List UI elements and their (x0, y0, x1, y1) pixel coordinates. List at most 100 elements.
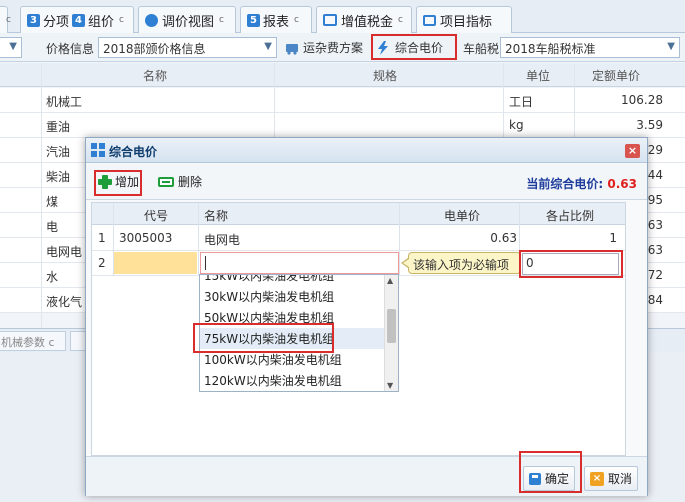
row-name: 煤 (46, 195, 59, 209)
tab-close-icon[interactable]: c (6, 15, 11, 25)
bottom-tab-label: 机械参数 (1, 336, 45, 349)
name-input[interactable] (200, 252, 399, 274)
row-index: 1 (98, 231, 106, 245)
price-info-value: 2018部颁价格信息 (103, 42, 206, 56)
cancel-label: 取消 (608, 472, 633, 486)
required-tooltip: 该输入项为必输项 (401, 252, 521, 274)
vessel-tax-label: 车船税 (463, 42, 500, 56)
row-price: 44 (647, 168, 663, 182)
list-icon (423, 14, 436, 26)
row-name: 机械工 (46, 95, 83, 109)
dropdown-scrollbar[interactable]: ▲ ▼ (384, 275, 398, 391)
row-name: 汽油 (46, 145, 71, 159)
dialog-title: 综合电价 (109, 145, 158, 159)
half-circle-icon (145, 13, 158, 27)
lightning-icon (378, 40, 388, 55)
row-unit: kg (509, 118, 524, 132)
dropdown-item[interactable]: 100kW以内柴油发电机组 (200, 349, 384, 370)
col-ratio: 各占比例 (546, 209, 595, 223)
grid-divider (198, 203, 199, 275)
minus-icon (158, 176, 174, 187)
tab-label: 增值税金 (341, 14, 394, 30)
tab-label: 调价视图 (162, 14, 215, 30)
current-price-value: 0.63 (607, 177, 637, 191)
tab-label: 组价 (88, 14, 115, 30)
col-name: 名称 (143, 69, 168, 83)
scroll-thumb[interactable] (387, 309, 396, 343)
text-caret (205, 256, 206, 270)
close-icon[interactable]: × (625, 144, 640, 158)
dropdown-item[interactable]: 120kW以内柴油发电机组 (200, 370, 384, 391)
row-index: 2 (98, 256, 106, 270)
tab-fenxiang-zujia[interactable]: 3 分项 4 组价 c (20, 6, 134, 33)
tab-label: 报表 (263, 14, 290, 30)
tab-vat[interactable]: 增值税金 c (316, 6, 412, 33)
cancel-button[interactable]: × 取消 (584, 466, 639, 491)
tab-label: 项目指标 (440, 14, 493, 30)
row-price: 63 (647, 218, 663, 232)
add-button[interactable]: 增加 (98, 173, 139, 190)
tab-report[interactable]: 5 报表 c (240, 6, 312, 33)
table-row[interactable]: 重油 kg 3.59 (0, 113, 685, 138)
col-unit: 单位 (526, 69, 551, 83)
row-price: 3.59 (636, 118, 663, 132)
scroll-down-icon[interactable]: ▼ (387, 381, 393, 390)
delete-button[interactable]: 删除 (158, 173, 202, 190)
row-name: 电网电 (46, 245, 83, 259)
code-cell-editing[interactable] (114, 252, 197, 274)
row-name: 重油 (46, 120, 71, 134)
tab-close-icon[interactable]: c (119, 15, 124, 25)
dropdown-item-selected[interactable]: 75kW以内柴油发电机组 (200, 328, 384, 349)
ratio-input[interactable]: 0 (522, 253, 619, 275)
composite-electricity-dialog: 综合电价 × 增加 删除 当前综合电价: 0.63 代号 名称 电单价 各占比例… (85, 137, 648, 496)
vessel-tax-select[interactable]: 2018车船税标准 ▼ (500, 37, 680, 58)
tab-project-index[interactable]: 项目指标 (416, 6, 512, 33)
delete-label: 删除 (178, 175, 203, 189)
row-ratio: 1 (609, 231, 617, 245)
price-info-select[interactable]: 2018部颁价格信息 ▼ (98, 37, 277, 58)
col-unit-price: 电单价 (444, 209, 481, 223)
table-row[interactable]: 机械工 工日 106.28 (0, 88, 685, 113)
tab-close-icon[interactable]: c (219, 15, 224, 25)
dialog-title-bar: 综合电价 × (86, 138, 647, 163)
tab-adjust-view[interactable]: 调价视图 c (138, 6, 236, 33)
vat-icon (323, 14, 337, 26)
number-5-icon: 5 (247, 13, 260, 27)
scroll-up-icon[interactable]: ▲ (387, 276, 393, 285)
dialog-toolbar: 增加 删除 当前综合电价: 0.63 (86, 164, 647, 200)
grid-divider (399, 203, 400, 275)
save-icon (529, 472, 541, 485)
tab-machine-params[interactable]: 机械参数 c (0, 331, 66, 351)
truck-icon (286, 43, 298, 55)
table-row[interactable]: 1 3005003 电网电 0.63 1 (92, 226, 625, 251)
row-name: 柴油 (46, 170, 71, 184)
ok-button[interactable]: 确定 (523, 466, 576, 491)
electricity-label: 综合电价 (395, 41, 444, 55)
row-price: 106.28 (621, 93, 663, 107)
col-spec: 规格 (373, 69, 398, 83)
plus-icon (98, 174, 112, 189)
row-price: 95 (647, 193, 663, 207)
ok-label: 确定 (545, 472, 570, 486)
dropdown-item[interactable]: 50kW以内柴油发电机组 (200, 307, 384, 328)
tab-overflow[interactable]: c (0, 6, 11, 33)
dropdown-item[interactable]: 30kW以内柴油发电机组 (200, 286, 384, 307)
composite-electricity-button[interactable]: 综合电价 (377, 37, 443, 58)
row-name: 液化气 (46, 295, 83, 309)
chevron-down-icon: ▼ (264, 41, 272, 52)
dialog-footer: 确定 × 取消 (86, 456, 647, 496)
tab-close-icon[interactable]: c (398, 15, 403, 25)
name-dropdown-list[interactable]: 15kW以内柴油发电机组 30kW以内柴油发电机组 50kW以内柴油发电机组 7… (199, 274, 399, 392)
number-4-icon: 4 (72, 13, 86, 27)
main-grid-header: 名称 规格 单位 定额单价 (0, 63, 685, 87)
left-select[interactable]: ▼ (0, 37, 22, 58)
grid-divider (41, 63, 42, 328)
tab-close-icon[interactable]: c (294, 15, 299, 25)
row-name: 水 (46, 270, 59, 284)
number-3-icon: 3 (27, 13, 40, 27)
dropdown-item[interactable]: 15kW以内柴油发电机组 (200, 275, 384, 286)
row-price: 29 (647, 143, 663, 157)
tab-bar: c 3 分项 4 组价 c 调价视图 c 5 报表 c 增值税金 c 项目指标 (0, 0, 685, 33)
freight-scheme-button[interactable]: 运杂费方案 (285, 37, 363, 58)
col-price: 定额单价 (592, 69, 641, 83)
